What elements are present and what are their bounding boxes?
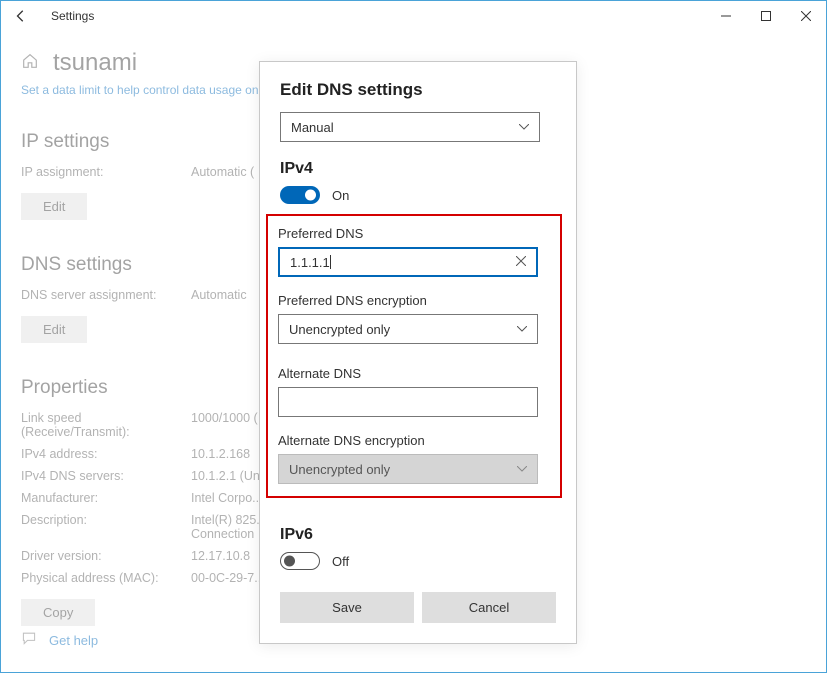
window-title: Settings bbox=[51, 9, 94, 23]
highlight-box: Preferred DNS 1.1.1.1 Preferred DNS encr… bbox=[266, 214, 562, 498]
preferred-dns-encryption-label: Preferred DNS encryption bbox=[278, 293, 550, 308]
dns-assignment-value: Automatic bbox=[191, 288, 247, 302]
preferred-dns-input[interactable]: 1.1.1.1 bbox=[278, 247, 538, 277]
prop-val: Intel Corpo... bbox=[191, 491, 263, 505]
clear-input-icon[interactable] bbox=[516, 255, 526, 269]
dns-mode-select[interactable]: Manual bbox=[280, 112, 540, 142]
get-help-label: Get help bbox=[49, 633, 98, 648]
alternate-dns-label: Alternate DNS bbox=[278, 366, 550, 381]
alternate-dns-encryption-select[interactable]: Unencrypted only bbox=[278, 454, 538, 484]
select-value: Unencrypted only bbox=[289, 322, 390, 337]
prop-key: IPv4 address: bbox=[21, 447, 191, 461]
minimize-button[interactable] bbox=[706, 1, 746, 31]
select-value: Unencrypted only bbox=[289, 462, 390, 477]
prop-key: Description: bbox=[21, 513, 191, 541]
edit-dns-dialog: Edit DNS settings Manual IPv4 On Preferr… bbox=[259, 61, 577, 644]
prop-key: Driver version: bbox=[21, 549, 191, 563]
ip-assignment-value: Automatic ( bbox=[191, 165, 254, 179]
prop-key: Manufacturer: bbox=[21, 491, 191, 505]
cancel-button[interactable]: Cancel bbox=[422, 592, 556, 623]
prop-val: 1000/1000 ( bbox=[191, 411, 258, 439]
ipv6-heading: IPv6 bbox=[280, 526, 556, 544]
prop-key: IPv4 DNS servers: bbox=[21, 469, 191, 483]
alternate-dns-input[interactable] bbox=[278, 387, 538, 417]
prop-val: 00-0C-29-7... bbox=[191, 571, 265, 585]
ipv4-toggle[interactable] bbox=[280, 186, 320, 204]
ipv4-heading: IPv4 bbox=[280, 160, 556, 178]
get-help-link[interactable]: Get help bbox=[21, 630, 98, 650]
select-value: Manual bbox=[291, 120, 334, 135]
ipv6-toggle[interactable] bbox=[280, 552, 320, 570]
prop-key: Physical address (MAC): bbox=[21, 571, 191, 585]
ip-edit-button[interactable]: Edit bbox=[21, 193, 87, 220]
dns-edit-button[interactable]: Edit bbox=[21, 316, 87, 343]
prop-val: Intel(R) 825... Connection bbox=[191, 513, 267, 541]
prop-val: 12.17.10.8 bbox=[191, 549, 250, 563]
preferred-dns-encryption-select[interactable]: Unencrypted only bbox=[278, 314, 538, 344]
text-caret bbox=[330, 255, 331, 269]
dns-assignment-label: DNS server assignment: bbox=[21, 288, 191, 302]
home-icon[interactable] bbox=[21, 52, 39, 75]
copy-button[interactable]: Copy bbox=[21, 599, 95, 626]
chat-icon bbox=[21, 630, 37, 650]
input-value: 1.1.1.1 bbox=[290, 255, 330, 270]
prop-key: Link speed (Receive/Transmit): bbox=[21, 411, 191, 439]
preferred-dns-label: Preferred DNS bbox=[278, 226, 550, 241]
ip-assignment-label: IP assignment: bbox=[21, 165, 191, 179]
chevron-down-icon bbox=[517, 463, 527, 475]
maximize-button[interactable] bbox=[746, 1, 786, 31]
ipv6-toggle-label: Off bbox=[332, 554, 349, 569]
chevron-down-icon bbox=[519, 121, 529, 133]
save-button[interactable]: Save bbox=[280, 592, 414, 623]
back-button[interactable] bbox=[9, 4, 33, 28]
alternate-dns-encryption-label: Alternate DNS encryption bbox=[278, 433, 550, 448]
dialog-title: Edit DNS settings bbox=[280, 80, 556, 100]
prop-val: 10.1.2.168 bbox=[191, 447, 250, 461]
close-button[interactable] bbox=[786, 1, 826, 31]
ipv4-toggle-label: On bbox=[332, 188, 349, 203]
page-title: tsunami bbox=[53, 49, 137, 77]
chevron-down-icon bbox=[517, 323, 527, 335]
